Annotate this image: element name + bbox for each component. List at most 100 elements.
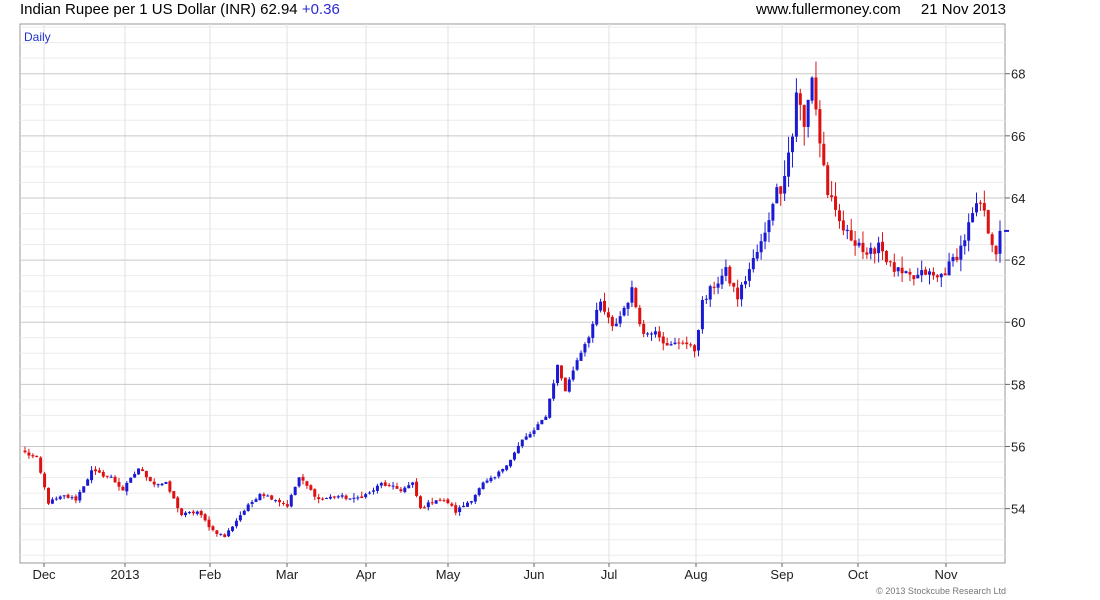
candle-body — [395, 486, 399, 489]
candle-body — [477, 488, 481, 496]
candle-body — [552, 383, 556, 399]
candle-body — [180, 508, 184, 516]
candle-body — [505, 465, 509, 470]
candle-body — [438, 499, 442, 501]
candle-body — [97, 470, 101, 473]
candle-body — [967, 222, 971, 241]
candle-body — [321, 498, 325, 500]
candle-body — [935, 275, 939, 278]
candle-body — [199, 511, 203, 516]
x-tick-label: Mar — [276, 567, 299, 582]
candle-body — [93, 469, 97, 472]
candle-body — [704, 298, 708, 300]
candle-body — [865, 252, 869, 255]
candle-body — [309, 485, 313, 490]
candle-body — [234, 520, 238, 527]
candle-body — [767, 220, 771, 233]
candle-body — [215, 530, 219, 534]
x-tick-label: Sep — [770, 567, 793, 582]
candle-body — [74, 496, 78, 501]
candle-body — [458, 507, 462, 513]
candle-body — [646, 333, 650, 335]
candle-body — [109, 476, 113, 478]
candle-body — [978, 202, 982, 204]
candle-body — [587, 337, 591, 344]
candle-body — [43, 473, 47, 488]
candle-body — [364, 494, 368, 498]
candle-body — [603, 300, 607, 312]
candle-body — [971, 213, 975, 223]
candle-body — [869, 247, 873, 254]
candle-body — [446, 499, 450, 504]
y-tick-label: 54 — [1011, 502, 1025, 517]
candle-body — [450, 503, 454, 506]
candle-body — [771, 204, 775, 221]
candle-body — [955, 256, 959, 260]
candle-body — [133, 473, 137, 478]
candle-body — [250, 502, 254, 504]
candle-body — [861, 242, 865, 253]
candle-body — [305, 481, 309, 486]
candle-body — [383, 482, 387, 486]
candle-body — [798, 93, 802, 105]
candle-body — [160, 483, 164, 486]
candle-body — [928, 271, 932, 275]
candle-body — [877, 242, 881, 254]
candle-body — [665, 342, 669, 346]
candle-body — [990, 234, 994, 246]
x-tick-label: Feb — [199, 567, 221, 582]
candle-body — [31, 455, 35, 457]
candle-body — [82, 486, 86, 493]
candle-body — [606, 312, 610, 318]
candle-body — [58, 496, 62, 499]
candle-body — [790, 136, 794, 153]
candle-body — [516, 445, 520, 454]
candle-body — [46, 487, 50, 504]
candle-body — [653, 331, 657, 335]
candle-body — [125, 482, 129, 492]
candle-body — [834, 196, 838, 210]
candle-body — [947, 261, 951, 276]
candle-body — [841, 220, 845, 231]
candle-body — [806, 99, 810, 128]
candle-body — [465, 502, 469, 507]
candle-body — [618, 316, 622, 324]
candle-body — [262, 494, 266, 497]
candle-body — [716, 283, 720, 288]
candle-body — [105, 475, 109, 477]
x-tick-label: Jun — [524, 567, 545, 582]
candle-body — [462, 505, 466, 508]
candle-body — [567, 379, 571, 392]
candle-body — [278, 499, 282, 503]
x-tick-label: Dec — [32, 567, 56, 582]
candle-body — [352, 497, 356, 499]
candle-body — [520, 439, 524, 447]
candle-body — [975, 203, 979, 213]
candle-body — [407, 485, 411, 489]
candle-body — [285, 504, 289, 507]
candle-body — [755, 252, 759, 259]
candle-body — [344, 495, 348, 499]
candle-body — [375, 485, 379, 491]
candle-body — [849, 230, 853, 241]
candle-body — [720, 275, 724, 285]
candle-body — [693, 345, 697, 352]
candle-body — [336, 496, 340, 498]
candle-body — [814, 77, 818, 110]
candle-body — [650, 333, 654, 335]
candle-body — [916, 274, 920, 279]
candle-body — [391, 485, 395, 487]
candle-body — [54, 498, 58, 500]
candle-body — [293, 486, 297, 495]
candle-body — [493, 477, 497, 479]
candle-body — [810, 77, 814, 101]
candle-body — [86, 479, 90, 486]
candle-body — [144, 470, 148, 478]
candle-body — [227, 530, 231, 537]
candle-body — [677, 342, 681, 344]
candle-body — [164, 482, 168, 484]
candle-body — [50, 499, 54, 504]
candle-body — [783, 175, 787, 194]
candle-body — [614, 323, 618, 327]
candle-body — [579, 352, 583, 361]
